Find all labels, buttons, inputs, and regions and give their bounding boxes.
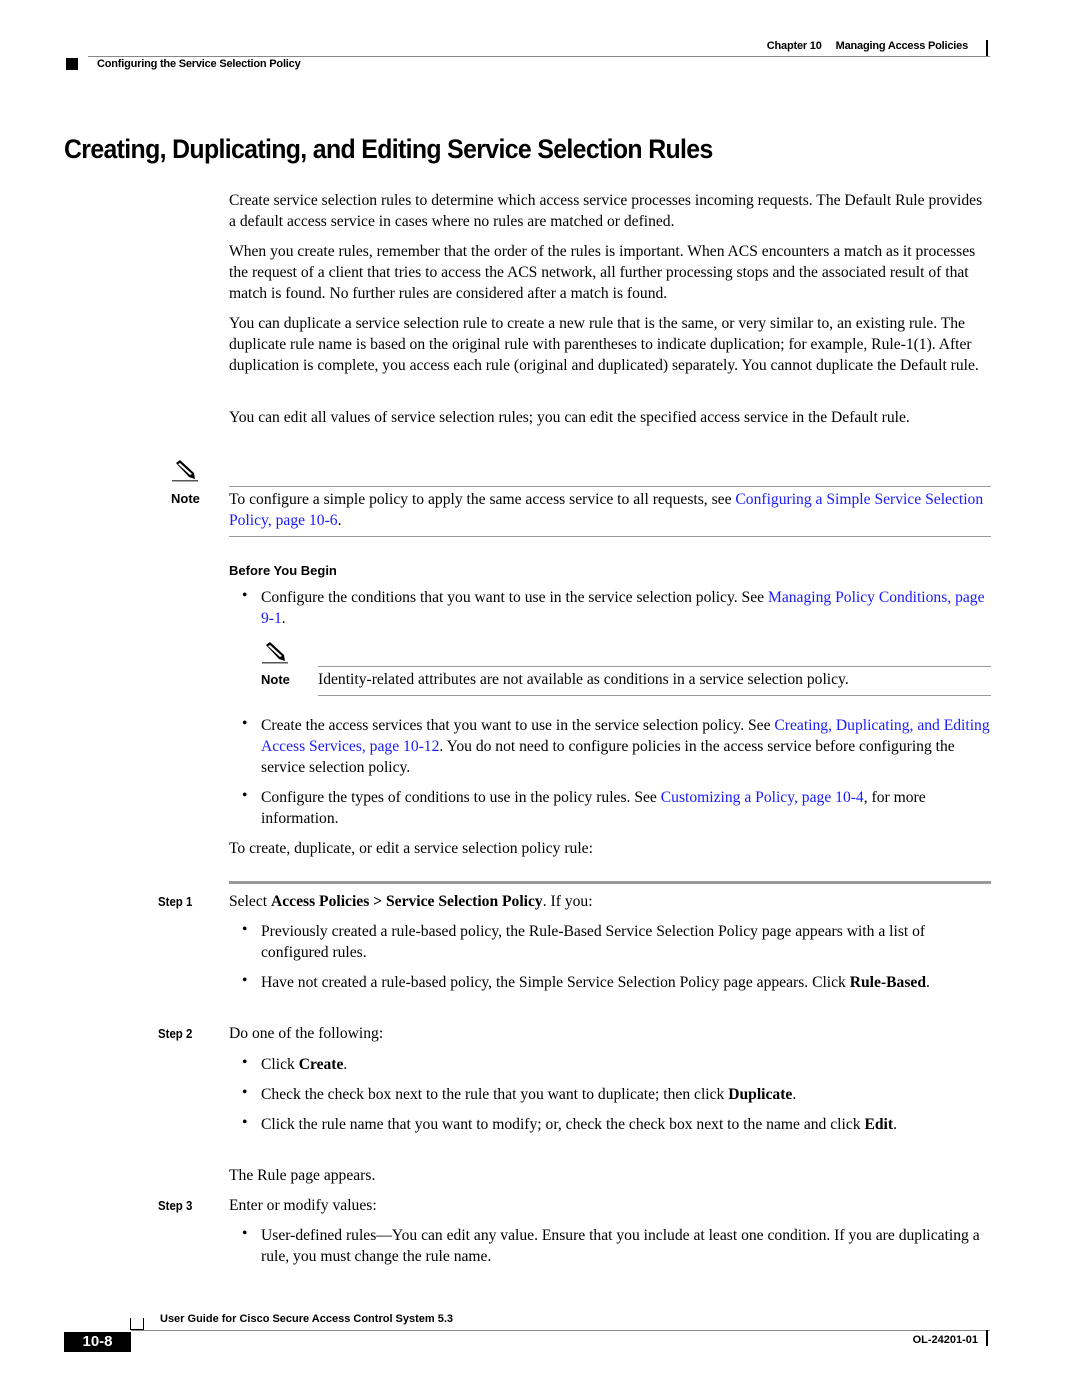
bullet-icon: •: [242, 1084, 248, 1101]
step-3-bullet-user-defined: User-defined rules—You can edit any valu…: [261, 1227, 980, 1265]
before-you-begin-heading: Before You Begin: [229, 563, 337, 578]
bullet-icon: •: [242, 1054, 248, 1071]
note-text: To configure a simple policy to apply th…: [229, 491, 984, 529]
bullet-icon: •: [242, 587, 248, 604]
step-1-bullet-1: Previously created a rule-based policy, …: [261, 923, 926, 961]
step-3-text: Enter or modify values:: [229, 1197, 377, 1214]
chapter-number: Chapter 10: [766, 40, 822, 52]
note-label: Note: [261, 672, 290, 687]
note-pencil-icon: [172, 460, 198, 482]
step-1-text: Select Access Policies > Service Selecti…: [229, 893, 593, 910]
page-number: 10-8: [64, 1332, 131, 1352]
step-1-bullet-2: Have not created a rule-based policy, th…: [261, 974, 930, 991]
footer-bar: [986, 1330, 988, 1346]
header-bar: [986, 40, 988, 56]
bullet-configure-condition-types: Configure the types of conditions to use…: [261, 789, 926, 827]
note-identity-attributes: Identity-related attributes are not avai…: [318, 671, 849, 688]
intro-paragraph-4: You can edit all values of service selec…: [229, 409, 910, 426]
note-top-rule: [229, 486, 991, 487]
note-label: Note: [171, 491, 200, 506]
step-2-result: The Rule page appears.: [229, 1167, 376, 1184]
step-2-label: Step 2: [158, 1026, 193, 1041]
step-2-text: Do one of the following:: [229, 1025, 384, 1042]
step-2-bullet-create: Click Create.: [261, 1056, 348, 1073]
running-header-chapter: Chapter 10 Managing Access Policies: [767, 40, 968, 52]
footer-guide-title: User Guide for Cisco Secure Access Contr…: [160, 1313, 454, 1325]
bullet-icon: •: [242, 921, 248, 938]
step-3-label: Step 3: [158, 1198, 193, 1213]
intro-paragraph-1: Create service selection rules to determ…: [229, 192, 983, 230]
bullet-create-access-services: Create the access services that you want…: [261, 717, 990, 776]
running-header-section: Configuring the Service Selection Policy: [97, 58, 301, 70]
header-rule: [88, 56, 990, 57]
bullet-icon: •: [242, 787, 248, 804]
bullet-icon: •: [242, 972, 248, 989]
bullet-configure-conditions: Configure the conditions that you want t…: [261, 589, 985, 627]
header-square-marker: [66, 58, 78, 70]
footer-doc-id: OL-24201-01: [912, 1334, 978, 1346]
note-top-rule: [318, 666, 991, 667]
note-bottom-rule: [318, 695, 991, 696]
footer-rule: [131, 1330, 990, 1331]
procedure-rule: [229, 881, 991, 884]
link-customizing-policy[interactable]: Customizing a Policy, page 10-4: [661, 789, 864, 806]
step-2-bullet-edit: Click the rule name that you want to mod…: [261, 1116, 897, 1133]
bullet-icon: •: [242, 1225, 248, 1242]
note-pencil-icon: [262, 642, 288, 664]
page-title: Creating, Duplicating, and Editing Servi…: [64, 134, 713, 164]
step-2-bullet-duplicate: Check the check box next to the rule tha…: [261, 1086, 797, 1103]
intro-paragraph-2: When you create rules, remember that the…: [229, 243, 976, 302]
intro-paragraph-3: You can duplicate a service selection ru…: [229, 315, 979, 374]
step-1-label: Step 1: [158, 894, 193, 909]
note-bottom-rule: [229, 536, 991, 537]
bullet-icon: •: [242, 1114, 248, 1131]
chapter-title: Managing Access Policies: [835, 40, 969, 52]
procedure-lead: To create, duplicate, or edit a service …: [229, 840, 593, 857]
bullet-icon: •: [242, 715, 248, 732]
